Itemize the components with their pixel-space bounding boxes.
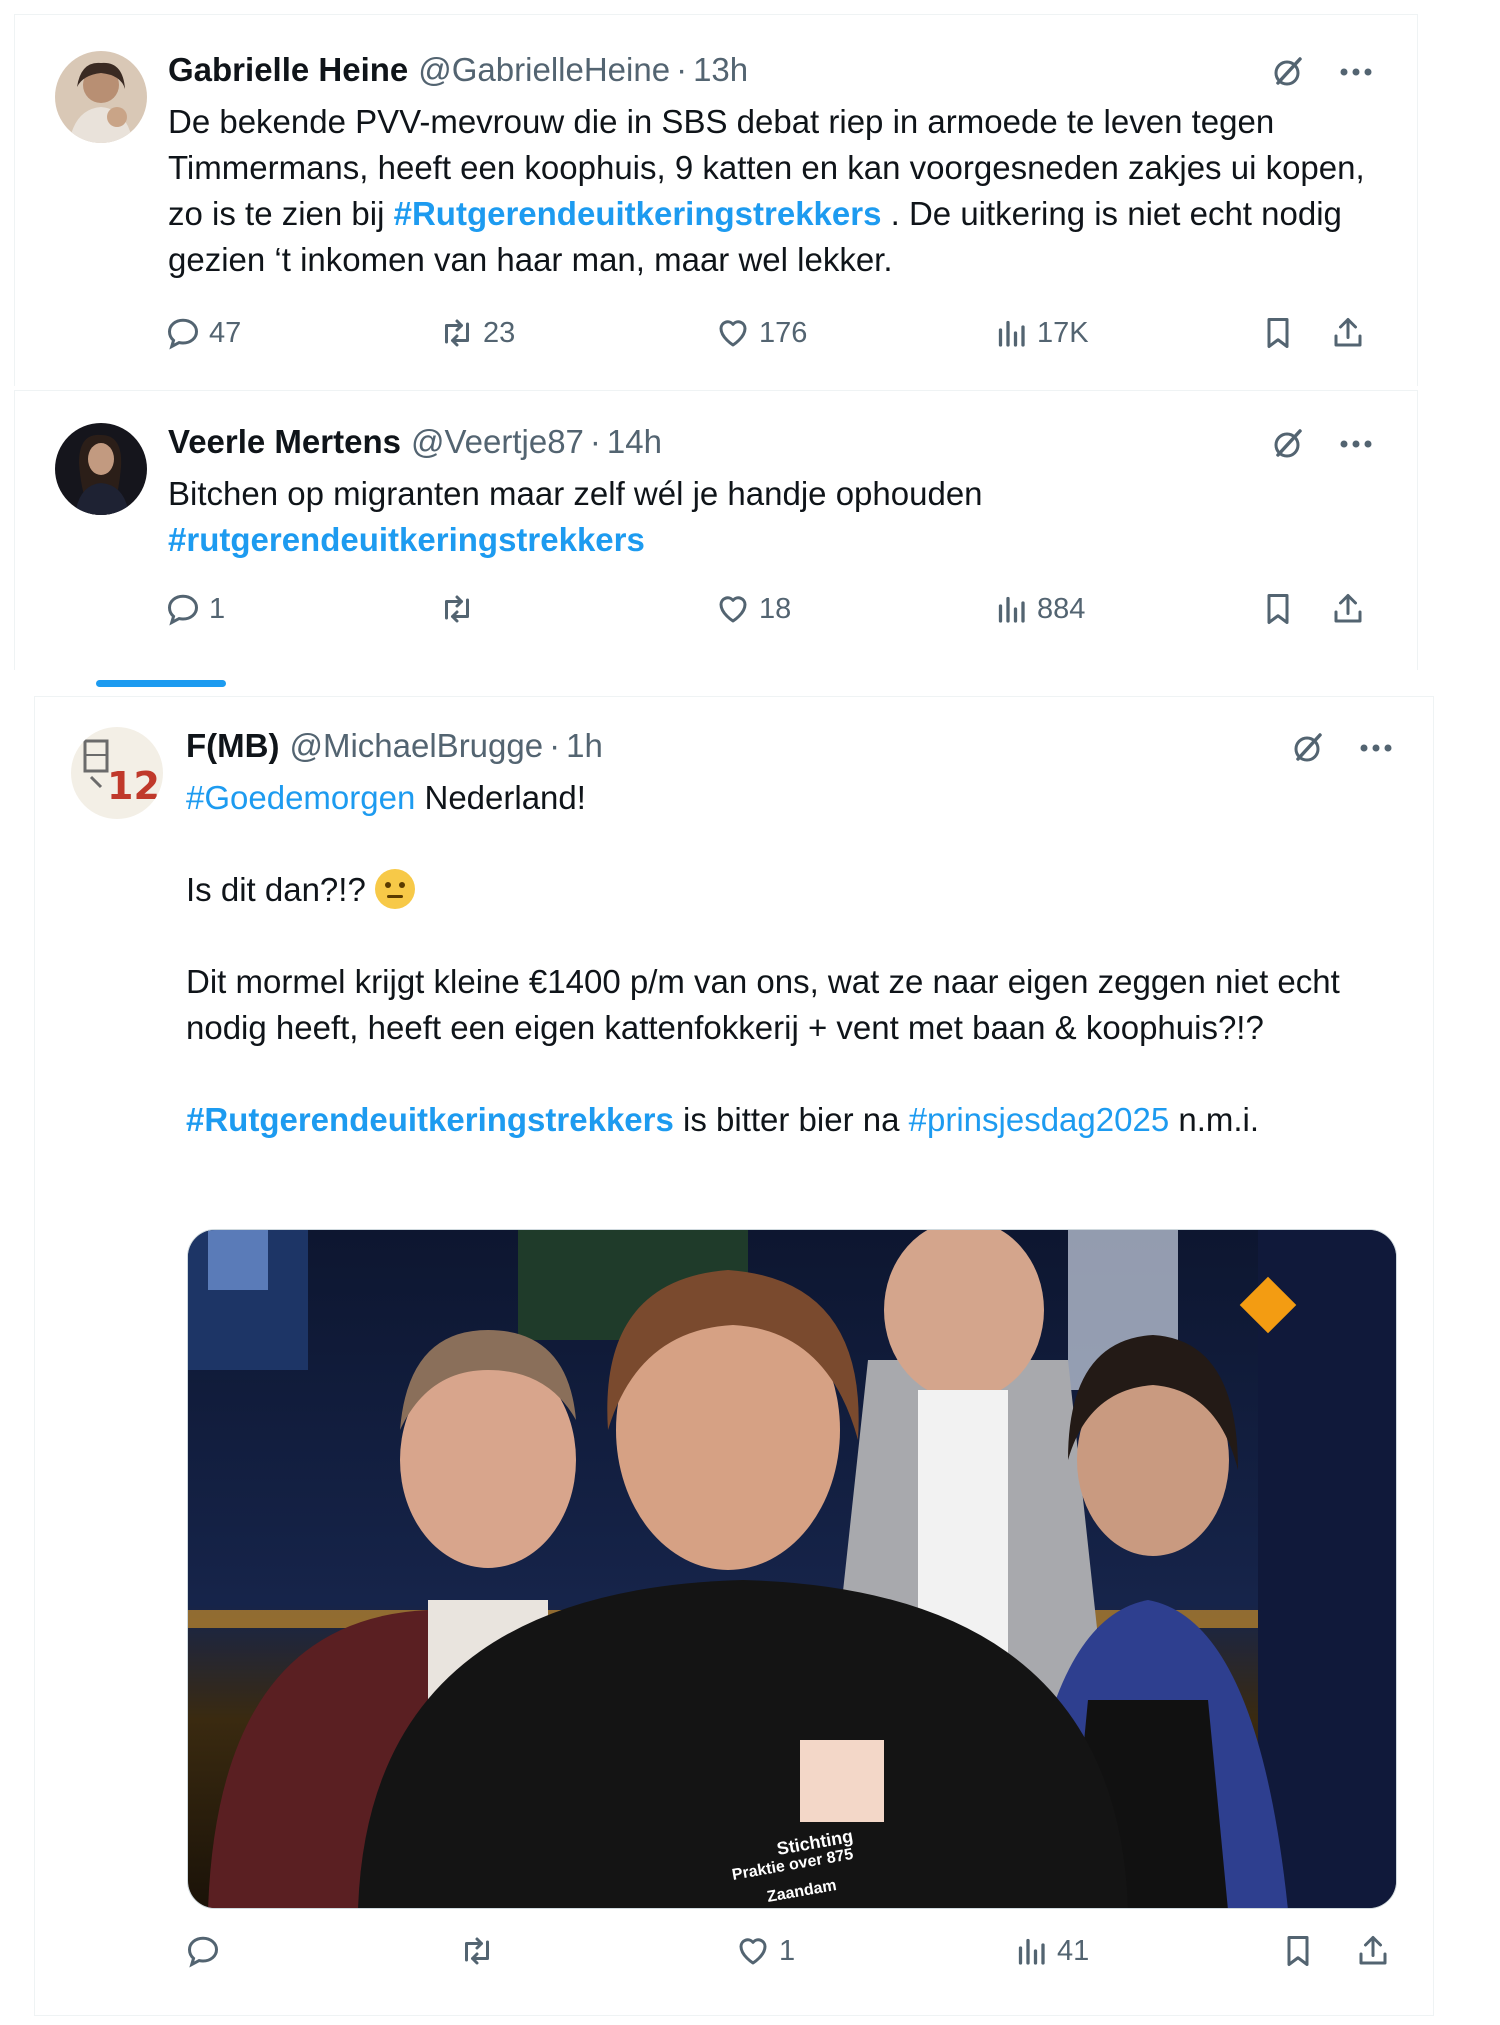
reply-icon <box>165 591 201 627</box>
reply-button[interactable]: 47 <box>165 315 241 351</box>
repost-button[interactable] <box>439 591 483 627</box>
repost-count: 23 <box>483 316 516 349</box>
bookmark-button[interactable] <box>1280 1933 1316 1969</box>
bookmark-icon <box>1260 315 1296 351</box>
views-count: 884 <box>1037 592 1086 625</box>
tweet-text-part: is bitter bier na <box>673 1101 909 1138</box>
share-button[interactable] <box>1330 315 1366 351</box>
repost-button[interactable] <box>459 1933 503 1969</box>
views-button[interactable]: 884 <box>993 591 1085 627</box>
heart-icon <box>715 591 751 627</box>
views-icon <box>993 591 1029 627</box>
hashtag-link[interactable]: #rutgerendeuitkeringstrekkers <box>168 517 1398 563</box>
more-icon[interactable] <box>1359 743 1393 753</box>
tweet-card-veerle[interactable]: Veerle Mertens @Veertje87 · 14h Bitchen … <box>14 390 1418 670</box>
author-handle[interactable]: @GabrielleHeine <box>418 51 670 89</box>
share-icon <box>1355 1933 1391 1969</box>
tweet-text-part: Nederland! <box>415 779 586 816</box>
tweet-text: #Goedemorgen Nederland! Is dit dan?!? Di… <box>186 775 1416 1143</box>
hashtag-link[interactable]: #prinsjesdag2025 <box>909 1101 1170 1138</box>
author-name[interactable]: Gabrielle Heine <box>168 51 408 89</box>
share-button[interactable] <box>1355 1933 1391 1969</box>
views-count: 17K <box>1037 316 1089 349</box>
grok-icon[interactable] <box>1271 427 1305 461</box>
grok-icon[interactable] <box>1271 55 1305 89</box>
tweet-text-part: Is dit dan?!? <box>186 871 375 908</box>
tweet-paragraph: Dit mormel krijgt kleine €1400 p/m van o… <box>186 963 1340 1046</box>
tweet-text: Bitchen op migranten maar zelf wél je ha… <box>168 471 1398 563</box>
like-button[interactable]: 1 <box>735 1933 795 1969</box>
views-icon <box>993 315 1029 351</box>
more-icon[interactable] <box>1339 67 1373 77</box>
tweet-actions: 1 41 <box>35 1933 1433 1983</box>
tweet-line: #Goedemorgen Nederland! <box>186 775 1416 821</box>
reply-icon <box>185 1933 221 1969</box>
hashtag-link[interactable]: #Goedemorgen <box>186 779 415 816</box>
repost-button[interactable]: 23 <box>439 315 515 351</box>
tab-indicator <box>96 680 226 687</box>
raised-eyebrow-emoji-icon <box>374 869 415 909</box>
tweet-actions: 47 23 176 17K <box>15 315 1417 365</box>
separator-dot: · <box>589 423 601 460</box>
reply-icon <box>165 315 201 351</box>
reply-count: 1 <box>209 592 226 625</box>
avatar[interactable] <box>55 423 147 515</box>
tweet-actions: 1 18 884 <box>15 591 1417 641</box>
views-icon <box>1013 1933 1049 1969</box>
tweet-card-michaelbrugge[interactable]: 12 F(MB) @MichaelBrugge · 1h #Goedemorge… <box>34 696 1434 2016</box>
author-name[interactable]: Veerle Mertens <box>168 423 401 461</box>
more-icon[interactable] <box>1339 439 1373 449</box>
timestamp[interactable]: 14h <box>607 423 662 461</box>
author-name[interactable]: F(MB) <box>186 727 279 765</box>
views-button[interactable]: 17K <box>993 315 1089 351</box>
repost-icon <box>459 1933 495 1969</box>
reply-button[interactable]: 1 <box>165 591 225 627</box>
tweet-media-image[interactable]: Stichting Praktie over 875 Zaandam <box>187 1229 1397 1909</box>
tweet-card-gabrielle[interactable]: Gabrielle Heine @GabrielleHeine · 13h De… <box>14 14 1418 386</box>
timestamp[interactable]: 13h <box>693 51 748 89</box>
grok-icon[interactable] <box>1291 731 1325 765</box>
repost-icon <box>439 315 475 351</box>
avatar[interactable] <box>55 51 147 143</box>
hashtag-link[interactable]: #Rutgerendeuitkeringstrekkers <box>186 1101 674 1138</box>
reply-count: 47 <box>209 316 242 349</box>
bookmark-icon <box>1280 1933 1316 1969</box>
tweet-text: De bekende PVV-mevrouw die in SBS debat … <box>168 99 1398 283</box>
share-button[interactable] <box>1330 591 1366 627</box>
like-count: 1 <box>779 1934 796 1967</box>
share-icon <box>1330 315 1366 351</box>
tweet-line: Is dit dan?!? <box>186 867 1416 913</box>
bookmark-button[interactable] <box>1260 315 1296 351</box>
bookmark-button[interactable] <box>1260 591 1296 627</box>
views-count: 41 <box>1057 1934 1090 1967</box>
tweet-text-part: n.m.i. <box>1169 1101 1260 1138</box>
like-count: 18 <box>759 592 792 625</box>
heart-icon <box>715 315 751 351</box>
author-handle[interactable]: @Veertje87 <box>411 423 584 461</box>
share-icon <box>1330 591 1366 627</box>
hashtag-link[interactable]: #Rutgerendeuitkeringstrekkers <box>394 195 882 232</box>
repost-icon <box>439 591 475 627</box>
timestamp[interactable]: 1h <box>566 727 603 765</box>
reply-button[interactable] <box>185 1933 229 1969</box>
bookmark-icon <box>1260 591 1296 627</box>
like-count: 176 <box>759 316 808 349</box>
tweet-line: #Rutgerendeuitkeringstrekkers is bitter … <box>186 1097 1416 1143</box>
like-button[interactable]: 176 <box>715 315 807 351</box>
heart-icon <box>735 1933 771 1969</box>
separator-dot: · <box>676 51 688 88</box>
views-button[interactable]: 41 <box>1013 1933 1089 1969</box>
author-handle[interactable]: @MichaelBrugge <box>289 727 543 765</box>
separator-dot: · <box>549 727 561 764</box>
tweet-text-part: Bitchen op migranten maar zelf wél je ha… <box>168 475 983 512</box>
svg-text:12: 12 <box>107 764 160 808</box>
like-button[interactable]: 18 <box>715 591 791 627</box>
avatar[interactable]: 12 <box>71 727 163 819</box>
